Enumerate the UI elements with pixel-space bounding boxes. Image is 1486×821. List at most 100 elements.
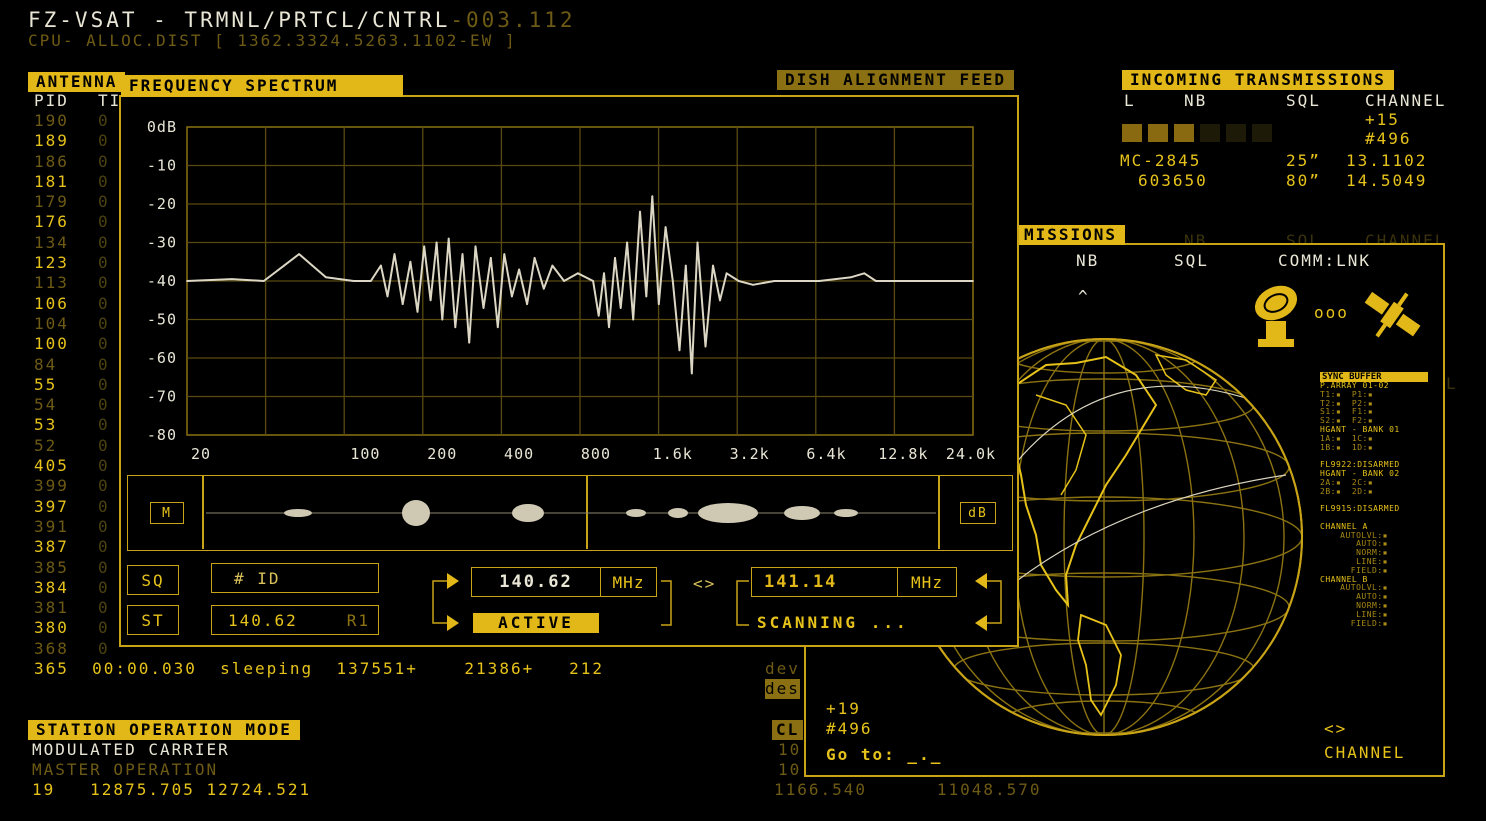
ti-item: 0: [98, 232, 110, 252]
ti-item: 0: [98, 557, 110, 577]
st-button[interactable]: ST: [127, 605, 179, 635]
incoming-r1-id: MC-2845: [1120, 151, 1202, 170]
incoming-col-nb: NB: [1184, 91, 1208, 110]
ti-item: 0: [98, 618, 110, 638]
freq2-display[interactable]: 141.14 MHz: [751, 567, 957, 597]
pid-item: 52: [34, 435, 58, 455]
ti-item: 0: [98, 273, 110, 293]
pid-item: 104: [34, 313, 69, 333]
link-dots: ooo: [1314, 303, 1349, 322]
missions-col-sql: SQL: [1174, 251, 1209, 270]
sync-buffer: SYNC BUFFER P.ARRAY 01-02 T1:▪ P1:▪ T2:▪ P…: [1320, 372, 1428, 628]
pid-item: 54: [34, 395, 58, 415]
ti-item: 0: [98, 334, 110, 354]
spectrum-point: [551, 264, 554, 267]
spectrum-point: [542, 287, 545, 290]
pid-item: 181: [34, 171, 69, 191]
spectrum-point: [912, 280, 915, 282]
waveform-divider-left: [202, 476, 204, 549]
pid-item: 380: [34, 618, 69, 638]
incoming-r2-sql: 80”: [1286, 171, 1321, 190]
spectrum-point: [773, 280, 776, 282]
sync-line: FIELD:▪: [1350, 618, 1388, 628]
pid-item: 190: [34, 111, 69, 130]
st-value: 140.62: [228, 610, 298, 630]
missions-col-commlnk: COMM:LNK: [1278, 251, 1372, 270]
spectrum-point: [503, 253, 506, 256]
spectrum-point: [972, 280, 974, 282]
id-field[interactable]: # ID: [211, 563, 379, 593]
spectrum-point: [401, 303, 404, 305]
spectrum-point: [645, 295, 648, 298]
channel-arrows[interactable]: <>: [1324, 719, 1347, 739]
ti-item: 0: [98, 151, 110, 171]
freq2-bracket: [736, 580, 749, 626]
freq1-unit: MHz: [612, 572, 645, 592]
spectrum-point: [518, 268, 520, 271]
pid-col-header: PID: [34, 91, 69, 110]
incoming-col-channel: CHANNEL: [1365, 91, 1447, 110]
signal-bar-6: [1252, 124, 1272, 142]
spectrum-point: [369, 280, 372, 282]
spectrum-point: [386, 295, 389, 298]
spectrum-point: [231, 278, 233, 280]
signal-bar-4: [1200, 124, 1220, 142]
pid-item: 385: [34, 557, 69, 577]
x-tick-label: 6.4k: [806, 445, 846, 463]
swap-frequencies-button[interactable]: <>: [693, 574, 716, 594]
st-suffix: R1: [346, 610, 370, 630]
x-tick-label: 24.0k: [946, 445, 996, 463]
x-tick-label: 400: [504, 445, 534, 463]
spectrum-point: [482, 307, 485, 309]
m-button[interactable]: M: [150, 502, 184, 524]
ti-list: 000000000000000000000000000: [98, 111, 110, 659]
incoming-col-sql: SQL: [1286, 91, 1321, 110]
spectrum-point: [423, 245, 426, 248]
ti-item: 0: [98, 212, 110, 232]
pid-item: 106: [34, 293, 69, 313]
dish-side2: des: [765, 679, 800, 700]
cl-row2: 10: [778, 760, 802, 779]
spectrum-point: [863, 272, 866, 275]
incoming-r1-ch: 13.1102: [1346, 151, 1428, 170]
pid-item: 123: [34, 253, 69, 273]
ti-item: 0: [98, 496, 110, 516]
spectrum-point: [511, 295, 513, 298]
spectrum-point: [671, 280, 674, 282]
cl-header: CL: [772, 720, 804, 740]
spectrum-point: [474, 245, 477, 248]
spectrum-point: [818, 280, 821, 282]
pid-item: 113: [34, 273, 69, 293]
incoming-r1-sql: 25”: [1286, 151, 1321, 170]
spectrum-point: [719, 299, 721, 302]
sq-button[interactable]: SQ: [127, 565, 179, 595]
station-line3: 19 12875.705 12724.521: [32, 780, 312, 799]
missions-caret[interactable]: ^: [1078, 287, 1090, 307]
pid-item: 189: [34, 131, 69, 151]
db-button[interactable]: dB: [960, 502, 996, 524]
spectrum-chart: 0dB -10 -20 -30 -40 -50 -60 -70 -80 20 100 200 400 80…: [147, 118, 996, 463]
missions-header: MISSIONS: [1016, 225, 1126, 245]
ti-item: 0: [98, 111, 110, 130]
spectrum-point: [441, 318, 444, 321]
spectrum-point: [352, 280, 355, 282]
spectrum-point: [597, 314, 600, 317]
frequency-spectrum-panel: FREQUENCY SPECTRUM 0dB -10 -20 -30 -40 -50 -60…: [119, 75, 1019, 647]
pid-item: 179: [34, 192, 69, 212]
scanning-arrows: [975, 573, 1002, 631]
st-field[interactable]: 140.62 R1: [211, 605, 379, 635]
antenna-header: ANTENNA: [28, 72, 126, 92]
spectrum-point: [752, 283, 754, 286]
spectrum-point: [393, 253, 396, 256]
dish-header: DISH ALIGNMENT FEED: [777, 70, 1015, 90]
incoming-header: INCOMING TRANSMISSIONS: [1122, 70, 1394, 90]
freq1-display[interactable]: 140.62 MHz: [471, 567, 657, 597]
waveform-divider-right: [938, 476, 940, 549]
spectrum-point: [657, 303, 660, 305]
active-badge[interactable]: ACTIVE: [473, 613, 599, 633]
incoming-r2-ch: 14.5049: [1346, 171, 1428, 190]
ti-item: 0: [98, 171, 110, 191]
goto-field[interactable]: Go to: _._: [826, 745, 942, 765]
spectrum-header: FREQUENCY SPECTRUM: [121, 75, 403, 97]
incoming-r2-id: 603650: [1138, 171, 1208, 190]
